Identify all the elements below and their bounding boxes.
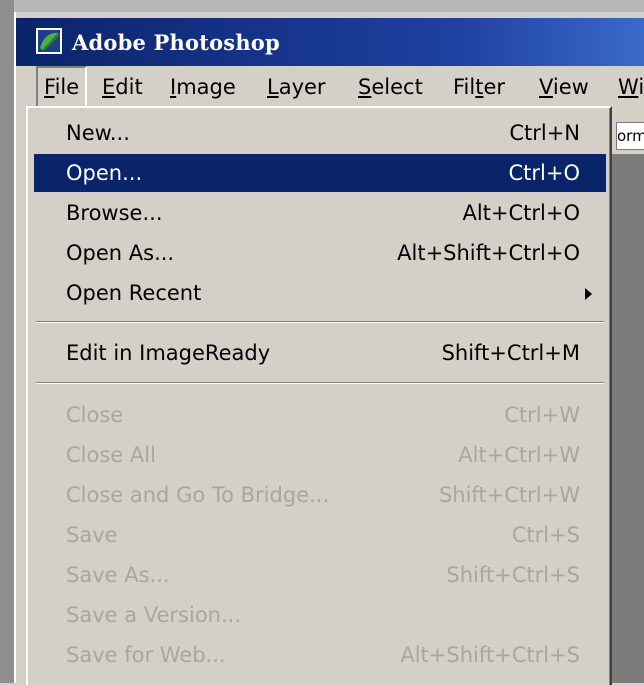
- menu-item-label: Open...: [66, 161, 143, 185]
- menu-item-label: Edit in ImageReady: [66, 341, 271, 365]
- menu-separator: [36, 321, 604, 323]
- menu-item-shortcut: Ctrl+S: [511, 523, 580, 547]
- menu-view[interactable]: View: [539, 66, 589, 108]
- menu-item-shortcut: Alt+Ctrl+W: [458, 443, 580, 467]
- menu-item-close-and-go-to-bridge[interactable]: Close and Go To Bridge... Shift+Ctrl+W: [34, 476, 606, 514]
- menu-layer-label: ayer: [278, 75, 326, 99]
- desktop-top-edge: [0, 0, 644, 12]
- menu-item-label: Save for Web...: [66, 643, 226, 667]
- menu-item-label: New...: [66, 121, 130, 145]
- menu-filter-pre: Fil: [453, 75, 476, 99]
- menu-item-shortcut: Ctrl+N: [509, 121, 580, 145]
- menu-edit-label: dit: [115, 75, 143, 99]
- menu-item-label: Open As...: [66, 241, 175, 265]
- menu-item-shortcut: Shift+Ctrl+S: [446, 563, 580, 587]
- options-bar-field[interactable]: orm: [616, 122, 644, 150]
- options-bar-field-text: orm: [617, 127, 644, 145]
- menu-item-shortcut: Ctrl+O: [508, 161, 581, 185]
- menu-item-label: Save a Version...: [66, 603, 242, 627]
- title-bar[interactable]: Adobe Photoshop: [16, 18, 644, 66]
- menu-item-save-a-version[interactable]: Save a Version...: [34, 596, 606, 634]
- menu-item-open-as[interactable]: Open As... Alt+Shift+Ctrl+O: [34, 234, 606, 272]
- menu-view-label: iew: [552, 75, 589, 99]
- menu-item-label: Close and Go To Bridge...: [66, 483, 330, 507]
- menu-select-mnemonic: S: [358, 75, 372, 99]
- menu-view-mnemonic: V: [539, 75, 553, 99]
- menu-item-shortcut: Alt+Shift+Ctrl+O: [397, 241, 580, 265]
- window-title: Adobe Photoshop: [72, 30, 280, 55]
- desktop-left-edge: [0, 0, 14, 683]
- menu-item-label: Browse...: [66, 201, 163, 225]
- menu-item-edit-in-imageready[interactable]: Edit in ImageReady Shift+Ctrl+M: [34, 334, 606, 372]
- menu-item-close[interactable]: Close Ctrl+W: [34, 396, 606, 434]
- menu-window-mnemonic: W: [618, 75, 639, 99]
- menu-item-save[interactable]: Save Ctrl+S: [34, 516, 606, 554]
- menu-item-label: Save As...: [66, 563, 170, 587]
- submenu-arrow-icon: [585, 288, 592, 300]
- menu-item-shortcut: Alt+Ctrl+O: [462, 201, 580, 225]
- menu-window-label: i: [638, 75, 644, 99]
- menu-item-label: Open Recent: [66, 281, 202, 305]
- menu-item-open[interactable]: Open... Ctrl+O: [34, 154, 606, 192]
- menu-item-label: Close All: [66, 443, 156, 467]
- menu-image[interactable]: Image: [170, 66, 236, 108]
- menu-item-label: Save: [66, 523, 118, 547]
- menu-item-new[interactable]: New... Ctrl+N: [34, 114, 606, 152]
- menu-separator: [36, 382, 604, 384]
- menu-item-shortcut: Shift+Ctrl+M: [441, 341, 580, 365]
- menu-select[interactable]: Select: [358, 66, 423, 108]
- menu-filter-label: er: [483, 75, 506, 99]
- menu-item-shortcut: Shift+Ctrl+W: [438, 483, 580, 507]
- menu-item-save-for-web[interactable]: Save for Web... Alt+Shift+Ctrl+S: [34, 636, 606, 674]
- menu-image-label: mage: [176, 75, 236, 99]
- menu-item-open-recent[interactable]: Open Recent: [34, 274, 606, 312]
- menu-file-mnemonic: F: [44, 75, 55, 99]
- photoshop-app-icon: [36, 28, 62, 54]
- menu-layer-mnemonic: L: [267, 75, 279, 99]
- menu-file-label: ile: [54, 75, 80, 99]
- file-menu-dropdown: New... Ctrl+N Open... Ctrl+O Browse... A…: [26, 106, 612, 685]
- menu-item-browse[interactable]: Browse... Alt+Ctrl+O: [34, 194, 606, 232]
- menu-select-label: elect: [371, 75, 423, 99]
- menu-item-shortcut: Alt+Shift+Ctrl+S: [400, 643, 580, 667]
- menu-layer[interactable]: Layer: [267, 66, 326, 108]
- menu-item-label: Close: [66, 403, 124, 427]
- menu-window[interactable]: Wi: [618, 66, 644, 108]
- menu-item-shortcut: Ctrl+W: [504, 403, 580, 427]
- menu-file[interactable]: File: [36, 66, 88, 108]
- menu-filter[interactable]: Filter: [453, 66, 505, 108]
- menu-item-save-as[interactable]: Save As... Shift+Ctrl+S: [34, 556, 606, 594]
- menu-bar: File Edit Image Layer Select Filter View…: [16, 66, 644, 110]
- menu-edit-mnemonic: E: [102, 75, 116, 99]
- workspace-area: [610, 110, 644, 683]
- menu-item-close-all[interactable]: Close All Alt+Ctrl+W: [34, 436, 606, 474]
- menu-edit[interactable]: Edit: [102, 66, 143, 108]
